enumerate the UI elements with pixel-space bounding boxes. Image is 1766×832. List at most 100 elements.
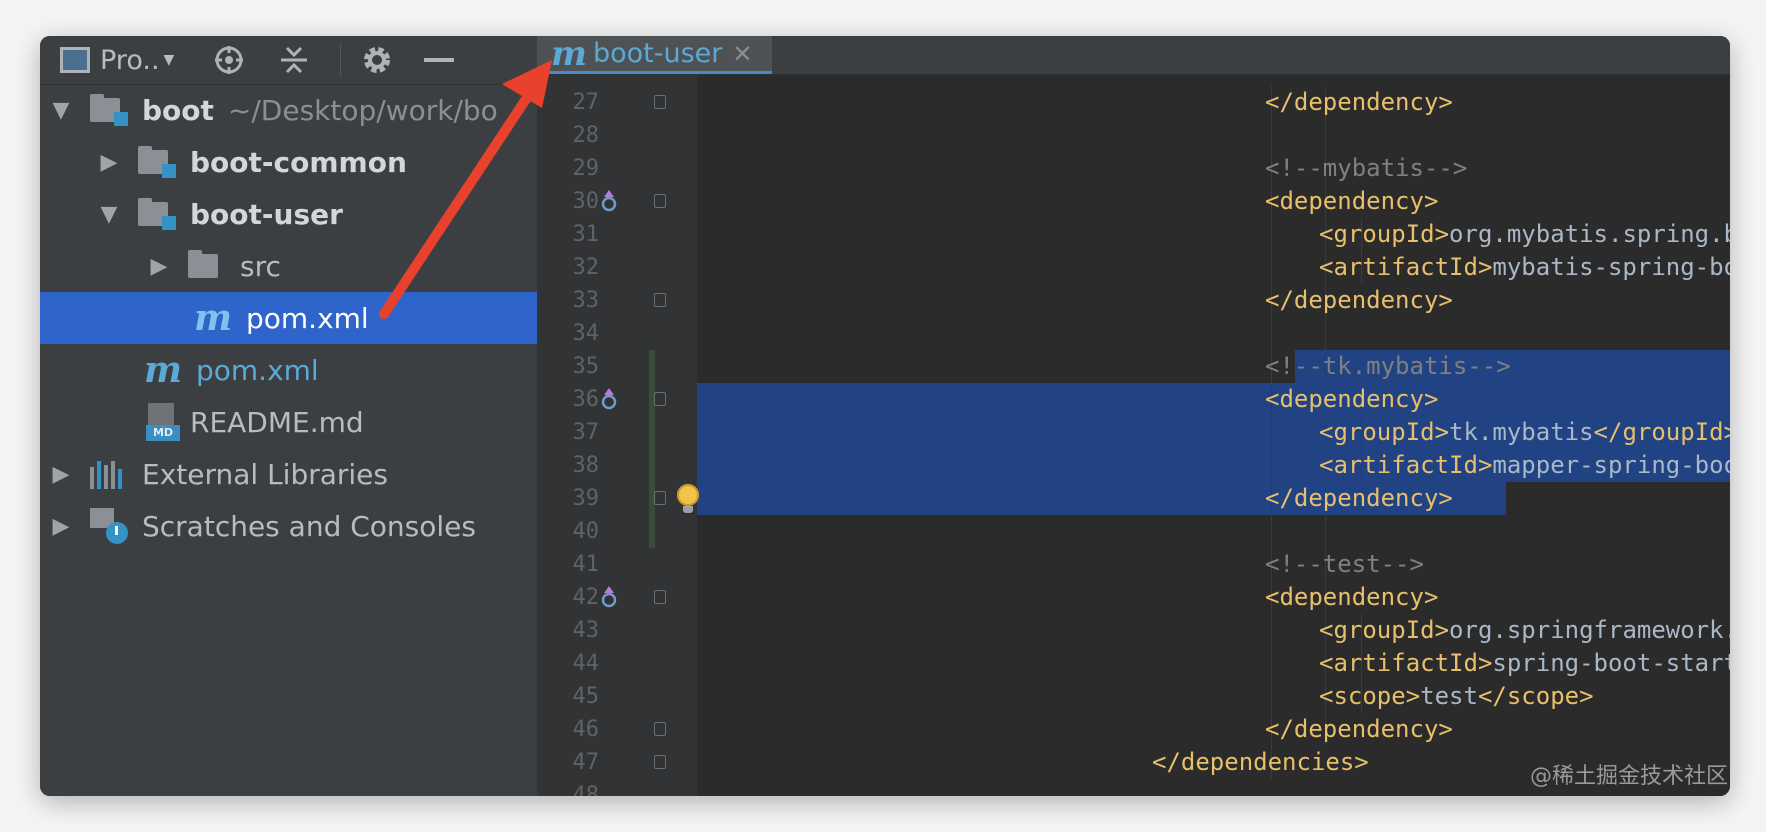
line-number: 46 — [572, 717, 600, 742]
line-number: 45 — [572, 684, 600, 709]
code-line[interactable]: 41 <!--test--> — [537, 548, 1730, 581]
code-text: </dependency> — [1265, 715, 1453, 743]
chevron-down-icon[interactable]: ▼ — [96, 202, 122, 227]
line-number: 28 — [572, 123, 600, 148]
tree-item-pom-xml[interactable]: m pom.xml — [40, 344, 537, 396]
project-title: Pro.. — [100, 44, 160, 76]
chevron-down-icon[interactable]: ▼ — [48, 98, 74, 123]
tree-item-boot-user[interactable]: ▼ boot-user — [40, 188, 537, 240]
chevron-right-icon[interactable]: ▶ — [48, 462, 74, 487]
fold-marker-icon[interactable] — [654, 755, 666, 769]
code-comment: <!--mybatis--> — [1265, 154, 1468, 182]
line-number: 44 — [572, 651, 600, 676]
code-line[interactable]: 28 — [537, 119, 1730, 152]
tree-item-label: Scratches and Consoles — [142, 509, 476, 543]
code-line[interactable]: 29 <!--mybatis--> — [537, 152, 1730, 185]
line-number: 48 — [572, 783, 600, 796]
module-folder-icon — [138, 146, 176, 178]
fold-marker-icon[interactable] — [654, 590, 666, 604]
line-number: 40 — [572, 519, 600, 544]
editor-tab-bar: m boot-user ✕ — [537, 36, 1730, 75]
tree-item-label: boot — [142, 93, 214, 127]
fold-marker-icon[interactable] — [654, 194, 666, 208]
code-text: <artifactId>mybatis-spring-boot-starter<… — [1319, 253, 1730, 281]
line-number: 30 — [572, 189, 600, 214]
tab-boot-user[interactable]: m boot-user ✕ — [537, 36, 772, 74]
code-line[interactable]: 42 <dependency> — [537, 581, 1730, 614]
tree-item-label: boot-common — [190, 145, 407, 179]
tree-item-label: External Libraries — [142, 457, 388, 491]
line-number: 47 — [572, 750, 600, 775]
fold-marker-icon[interactable] — [654, 392, 666, 406]
tree-item-boot-common[interactable]: ▶ boot-common — [40, 136, 537, 188]
scratches-icon — [90, 508, 128, 544]
line-number: 33 — [572, 288, 600, 313]
override-icon[interactable] — [597, 387, 621, 411]
code-line[interactable]: 36 <dependency> — [537, 383, 1730, 416]
line-number: 31 — [572, 222, 600, 247]
code-text: </dependency> — [1265, 484, 1453, 512]
chevron-right-icon[interactable]: ▶ — [146, 254, 172, 279]
code-line[interactable]: 39 </dependency> — [537, 482, 1730, 515]
code-line[interactable]: 46 </dependency> — [537, 713, 1730, 746]
fold-marker-icon[interactable] — [654, 491, 666, 505]
tree-item-scratches[interactable]: ▶ Scratches and Consoles — [40, 500, 537, 552]
code-text: </dependency> — [1265, 88, 1453, 116]
code-line[interactable]: 33 </dependency> — [537, 284, 1730, 317]
libraries-icon — [90, 459, 128, 489]
code-line[interactable]: 37 <groupId>tk.mybatis</groupId> — [537, 416, 1731, 449]
code-line[interactable]: 27 </dependency> — [537, 86, 1730, 119]
override-icon[interactable] — [597, 189, 621, 213]
fold-marker-icon[interactable] — [654, 95, 666, 109]
chevron-right-icon[interactable]: ▶ — [96, 150, 122, 175]
line-number: 37 — [572, 420, 600, 445]
code-line[interactable]: 45 <scope>test</scope> — [537, 680, 1730, 713]
tree-item-label: README.md — [190, 405, 364, 439]
code-line[interactable]: 43 <groupId>org.springframework.boot</gro… — [537, 614, 1731, 647]
tree-item-readme[interactable]: MD README.md — [40, 396, 537, 448]
chevron-down-icon: ▼ — [163, 52, 175, 68]
code-area[interactable]: 27 </dependency> 28 29 <!--mybatis--> 30 <depe… — [537, 74, 1730, 796]
line-number: 39 — [572, 486, 600, 511]
code-line[interactable]: 31 <groupId>org.mybatis.spring.boot</grou… — [537, 218, 1731, 251]
chevron-right-icon[interactable]: ▶ — [48, 514, 74, 539]
tree-item-external-libraries[interactable]: ▶ External Libraries — [40, 448, 537, 500]
code-comment: <!--test--> — [1265, 550, 1424, 578]
code-text: <groupId>tk.mybatis</groupId> — [1319, 418, 1730, 446]
target-icon[interactable] — [205, 36, 253, 84]
code-text: </dependency> — [1265, 286, 1453, 314]
override-icon[interactable] — [597, 585, 621, 609]
fold-marker-icon[interactable] — [654, 722, 666, 736]
markdown-file-icon: MD — [146, 403, 180, 441]
line-number: 38 — [572, 453, 600, 478]
code-line[interactable]: 30 <dependency> — [537, 185, 1730, 218]
collapse-icon[interactable] — [270, 36, 318, 84]
ide-window: Pro.. ▼ ▼ boot ~/Desktop/work/bo ▶ boot-… — [40, 36, 1730, 796]
tree-item-src[interactable]: ▶ src — [40, 240, 537, 292]
tree-item-pom-xml-selected[interactable]: m pom.xml — [40, 292, 537, 344]
line-number: 42 — [572, 585, 600, 610]
code-text: <dependency> — [1265, 385, 1439, 413]
code-line[interactable]: 44 <artifactId>spring-boot-starter-test</… — [537, 647, 1731, 680]
line-number: 36 — [572, 387, 600, 412]
code-line[interactable]: 34 — [537, 317, 1730, 350]
tree-item-boot[interactable]: ▼ boot ~/Desktop/work/bo — [40, 84, 537, 136]
code-line[interactable]: 40 — [537, 515, 1730, 548]
code-line[interactable]: 32 <artifactId>mybatis-spring-boot-starte… — [537, 251, 1731, 284]
gear-icon[interactable] — [353, 36, 401, 84]
fold-marker-icon[interactable] — [654, 293, 666, 307]
code-text: <artifactId>spring-boot-starter-test</ar… — [1319, 649, 1730, 677]
minimize-icon[interactable] — [415, 36, 463, 84]
code-text: <dependency> — [1265, 583, 1439, 611]
module-folder-icon — [138, 198, 176, 230]
line-number: 35 — [572, 354, 600, 379]
module-folder-icon — [90, 94, 128, 126]
maven-icon: m — [144, 349, 183, 391]
project-toolbar: Pro.. ▼ — [40, 36, 537, 85]
close-icon[interactable]: ✕ — [732, 40, 752, 68]
code-line[interactable]: 35 <!--tk.mybatis--> — [537, 350, 1730, 383]
code-line[interactable]: 38 <artifactId>mapper-spring-boot-starter… — [537, 449, 1731, 482]
project-view-selector[interactable]: Pro.. ▼ — [60, 36, 200, 84]
lightbulb-icon[interactable] — [677, 484, 699, 513]
tree-item-label: pom.xml — [196, 353, 319, 387]
